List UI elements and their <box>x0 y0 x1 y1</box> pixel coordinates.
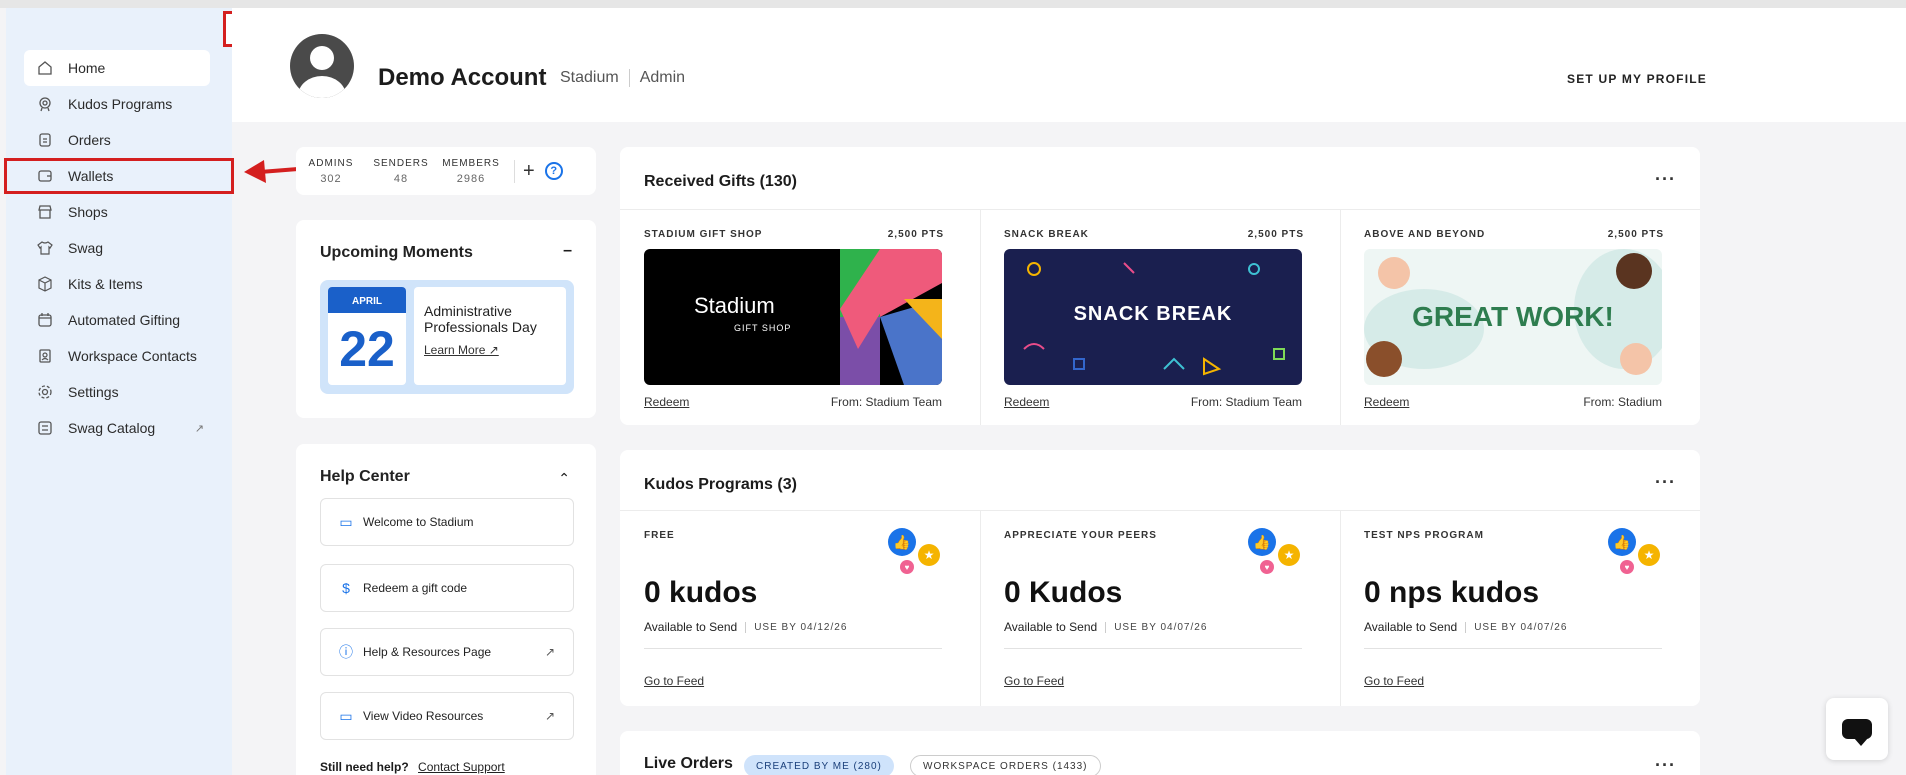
stat-admins[interactable]: ADMINS 302 <box>296 158 366 185</box>
gift-card[interactable]: SNACK BREAK 2,500 PTS SNACK BREAK Redeem… <box>980 209 1340 425</box>
kudos-balance: 0 Kudos <box>1004 576 1123 609</box>
upcoming-moments-title: Upcoming Moments <box>320 244 473 261</box>
tab-created-by-me[interactable]: CREATED BY ME (280) <box>744 755 894 775</box>
video-icon: ▭ <box>339 513 353 530</box>
help-icon[interactable]: ? <box>544 162 563 180</box>
tab-workspace-orders[interactable]: WORKSPACE ORDERS (1433) <box>910 755 1101 775</box>
moment-info: Administrative Professionals Day Learn M… <box>414 287 566 385</box>
more-options-icon[interactable]: ··· <box>1655 472 1676 493</box>
reactions-icon: 👍 ★ ♥ <box>1248 528 1304 574</box>
calendar-icon: APRIL 22 <box>328 287 406 385</box>
kudos-program[interactable]: APPRECIATE YOUR PEERS 👍 ★ ♥ 0 Kudos Availa… <box>980 510 1340 706</box>
learn-more-link[interactable]: Learn More ↗ <box>424 343 556 357</box>
received-gifts-title: Received Gifts (130) <box>644 173 797 190</box>
external-link-icon: ↗ <box>544 709 555 723</box>
contact-support-link[interactable]: Contact Support <box>418 760 505 774</box>
gift-image-snack-break: SNACK BREAK <box>1004 249 1302 385</box>
received-gifts-card: Received Gifts (130) ··· STADIUM GIFT SH… <box>620 147 1700 425</box>
gift-from: From: Stadium <box>1583 395 1662 409</box>
go-to-feed-link[interactable]: Go to Feed <box>1364 674 1424 688</box>
help-center-title: Help Center <box>320 468 410 485</box>
help-item-resources[interactable]: ⓘ Help & Resources Page ↗ <box>320 628 574 676</box>
collapse-button[interactable]: – <box>563 242 572 260</box>
kudos-program[interactable]: FREE 👍 ★ ♥ 0 kudos Available to Send USE BY… <box>620 510 980 706</box>
account-org: Stadium <box>560 69 619 86</box>
live-orders-card: Live Orders CREATED BY ME (280) WORKSPAC… <box>620 731 1700 775</box>
setup-profile-link[interactable]: SET UP MY PROFILE <box>1567 72 1707 86</box>
reactions-icon: 👍 ★ ♥ <box>1608 528 1664 574</box>
account-name: Demo Account <box>378 64 547 91</box>
go-to-feed-link[interactable]: Go to Feed <box>1004 674 1064 688</box>
redeem-link[interactable]: Redeem <box>1364 395 1409 409</box>
stat-members[interactable]: MEMBERS 2986 <box>436 158 506 185</box>
kudos-balance: 0 nps kudos <box>1364 576 1540 609</box>
gift-card[interactable]: STADIUM GIFT SHOP 2,500 PTS Stadium GIFT… <box>620 209 980 425</box>
redeem-link[interactable]: Redeem <box>644 395 689 409</box>
add-user-button[interactable]: + <box>514 159 535 183</box>
moment-title: Administrative Professionals Day <box>424 303 537 335</box>
more-options-icon[interactable]: ··· <box>1655 755 1676 775</box>
gift-from: From: Stadium Team <box>830 395 942 409</box>
kudos-programs-card: Kudos Programs (3) ··· FREE 👍 ★ ♥ 0 kudos … <box>620 450 1700 706</box>
reactions-icon: 👍 ★ ♥ <box>888 528 944 574</box>
help-item-video[interactable]: ▭ View Video Resources ↗ <box>320 692 574 740</box>
gift-card[interactable]: ABOVE AND BEYOND 2,500 PTS GREAT WORK! R… <box>1340 209 1700 425</box>
redeem-link[interactable]: Redeem <box>1004 395 1049 409</box>
gift-from: From: Stadium Team <box>1190 395 1302 409</box>
gift-image-great-work: GREAT WORK! <box>1364 249 1662 385</box>
chat-icon <box>1842 719 1872 746</box>
account-role: Admin <box>639 69 686 86</box>
help-center-card: Help Center ⌃ ▭ Welcome to Stadium $ Red… <box>296 444 596 775</box>
go-to-feed-link[interactable]: Go to Feed <box>644 674 704 688</box>
help-item-redeem[interactable]: $ Redeem a gift code <box>320 564 574 612</box>
stadium-logo-art <box>840 249 942 385</box>
chevron-up-icon[interactable]: ⌃ <box>558 470 570 487</box>
avatar[interactable] <box>290 34 354 98</box>
more-options-icon[interactable]: ··· <box>1655 169 1676 190</box>
gift-image-stadium: Stadium GIFT SHOP <box>644 249 942 385</box>
still-need-help: Still need help? Contact Support <box>320 760 505 774</box>
live-orders-title: Live Orders <box>644 755 733 772</box>
moment-item: APRIL 22 Administrative Professionals Da… <box>320 280 574 394</box>
chat-button[interactable] <box>1826 698 1888 760</box>
stat-senders[interactable]: SENDERS 48 <box>366 158 436 185</box>
info-icon: ⓘ <box>339 644 353 660</box>
kudos-balance: 0 kudos <box>644 576 758 609</box>
upcoming-moments-card: Upcoming Moments – APRIL 22 Administrati… <box>296 220 596 418</box>
workspace-stats: ADMINS 302 SENDERS 48 MEMBERS 2986 + ? <box>296 147 596 195</box>
account-meta: Stadium Admin <box>560 69 685 87</box>
dollar-icon: $ <box>342 580 350 596</box>
kudos-program[interactable]: TEST NPS PROGRAM 👍 ★ ♥ 0 nps kudos Availab… <box>1340 510 1700 706</box>
help-item-welcome[interactable]: ▭ Welcome to Stadium <box>320 498 574 546</box>
video-icon: ▭ <box>339 707 353 724</box>
external-link-icon: ↗ <box>544 645 555 659</box>
kudos-programs-title: Kudos Programs (3) <box>644 476 797 493</box>
